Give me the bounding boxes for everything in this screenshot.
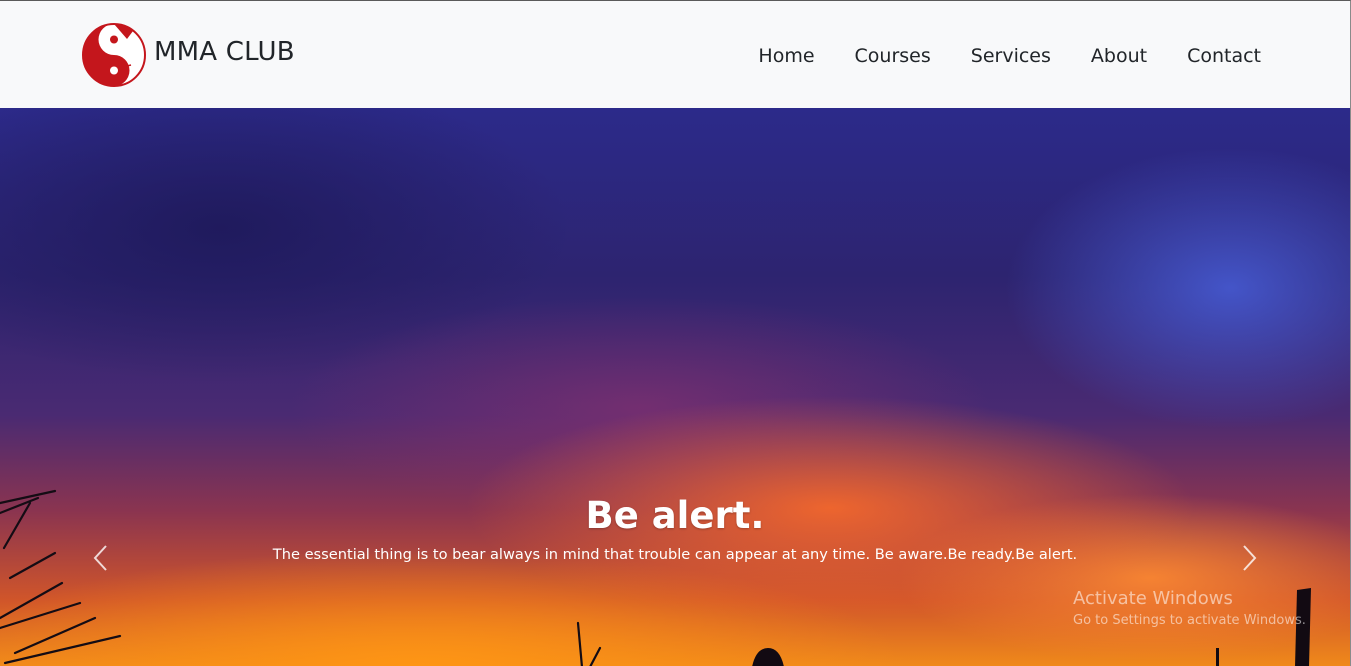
nav-link-courses[interactable]: Courses — [835, 43, 951, 70]
nav-menu: Home Courses Services About Contact — [738, 43, 1261, 70]
watermark-subtitle: Go to Settings to activate Windows. — [1073, 613, 1306, 628]
nav-link-contact[interactable]: Contact — [1167, 43, 1261, 70]
nav-link-home[interactable]: Home — [738, 43, 834, 70]
brand-link[interactable]: MMA CLUB — [81, 21, 295, 89]
carousel-next-button[interactable] — [1148, 108, 1351, 666]
slide-text: The essential thing is to bear always in… — [272, 546, 1078, 563]
watermark-title: Activate Windows — [1073, 588, 1233, 609]
brand-name: MMA CLUB — [154, 37, 295, 67]
nav-link-about[interactable]: About — [1071, 43, 1167, 70]
carousel-prev-button[interactable] — [0, 108, 203, 666]
slide-caption: Be alert. The essential thing is to bear… — [0, 493, 1350, 565]
page: MMA CLUB Home Courses Services About Con… — [0, 0, 1351, 666]
nav-link-services[interactable]: Services — [951, 43, 1071, 70]
slide-title: Be alert. — [585, 494, 765, 537]
yin-yang-logo-icon — [82, 23, 146, 87]
navbar: MMA CLUB Home Courses Services About Con… — [0, 1, 1350, 108]
windows-activation-watermark: Activate Windows Go to Settings to activ… — [1073, 587, 1306, 630]
hero-carousel: Be alert. The essential thing is to bear… — [0, 108, 1350, 666]
